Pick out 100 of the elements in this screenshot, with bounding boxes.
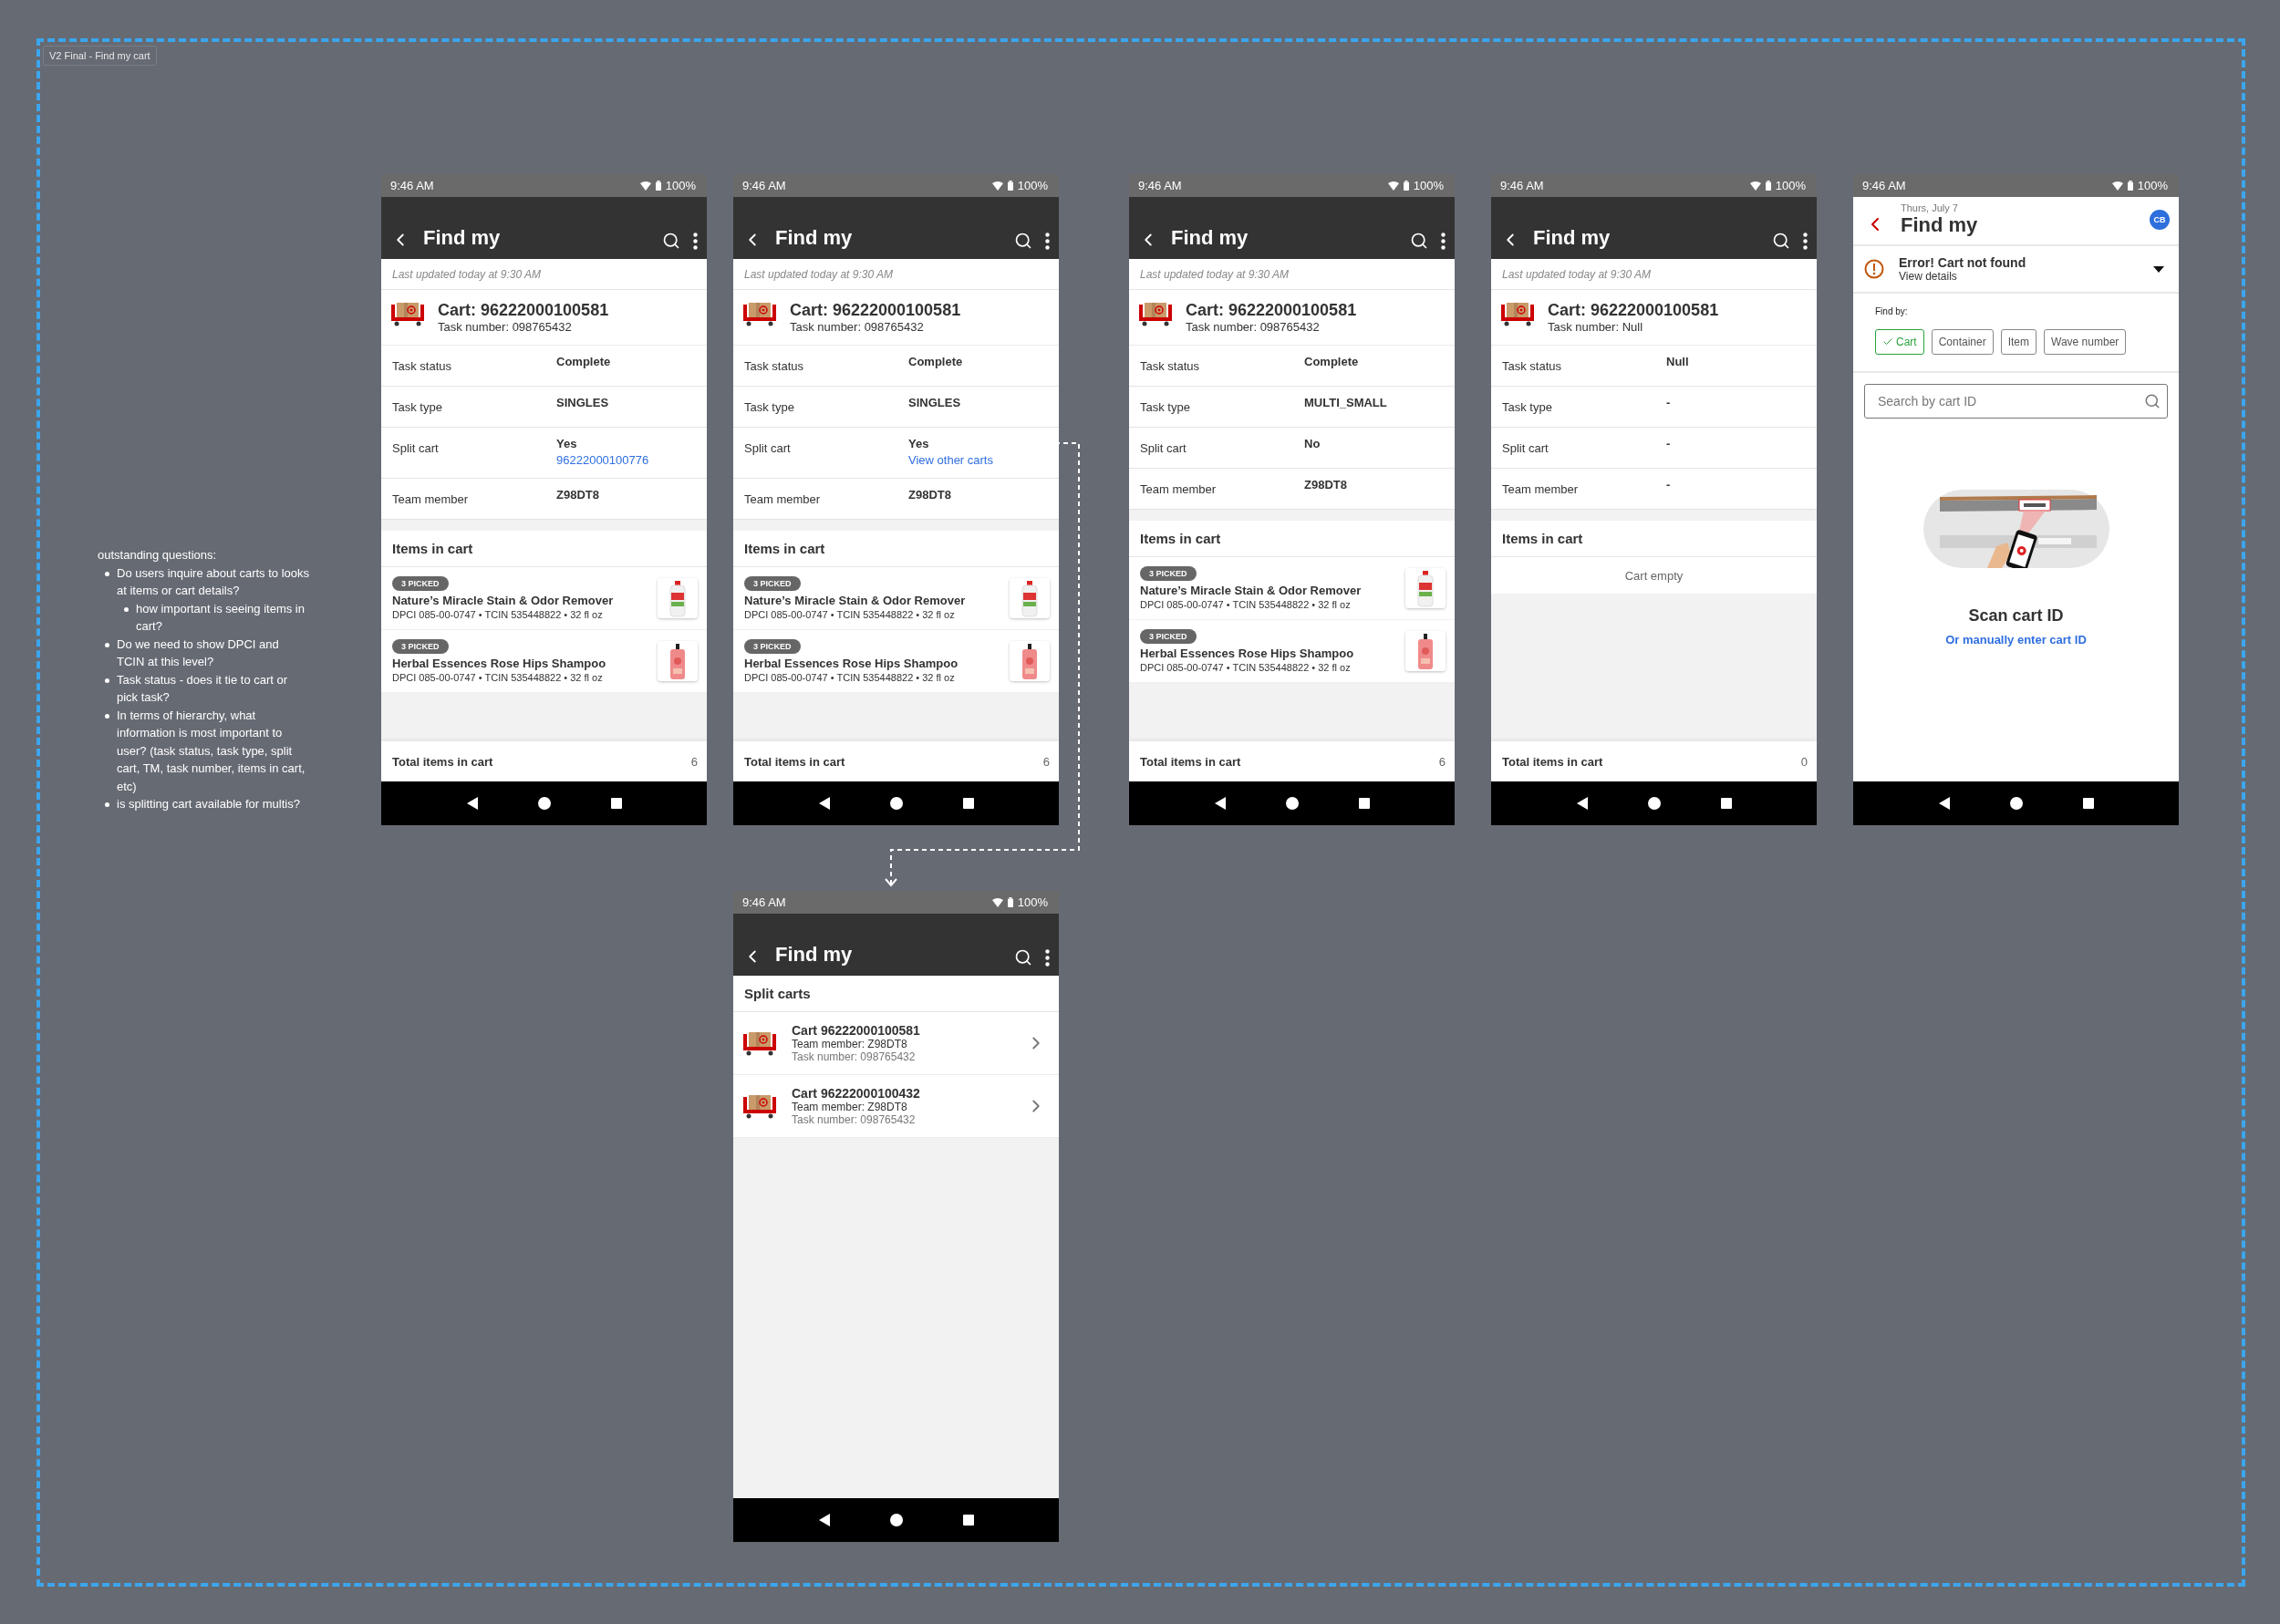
section-heading: Split carts: [733, 976, 1059, 1012]
last-updated-text: Last updated today at 9:30 AM: [1129, 259, 1455, 290]
picked-badge: 3 PICKED: [1140, 629, 1197, 644]
app-title: Find my: [423, 226, 502, 250]
task-number: Task number: 098765432: [438, 320, 573, 334]
recents-nav-icon[interactable]: [2083, 798, 2095, 809]
recents-nav-icon[interactable]: [1721, 798, 1733, 809]
cart-icon: [742, 1030, 777, 1056]
task-number: Task number: 098765432: [792, 1050, 917, 1063]
more-menu-button[interactable]: [1045, 949, 1050, 967]
back-nav-icon[interactable]: [1937, 797, 1951, 810]
app-title: Find my: [775, 226, 854, 250]
total-value: 0: [1800, 754, 1808, 769]
battery-percent: 100%: [1775, 179, 1806, 192]
cart-icon: [742, 1093, 777, 1119]
note-text: Do users inquire about carts to looks at items or cart details?: [117, 564, 309, 599]
battery-percent: 100%: [665, 179, 696, 192]
battery-icon: [1403, 181, 1409, 191]
detail-label: Task status: [1140, 358, 1201, 375]
filter-chip[interactable]: Wave number: [2044, 329, 2127, 355]
recents-nav-icon[interactable]: [611, 798, 623, 809]
battery-icon: [655, 181, 661, 191]
search-icon: [1772, 232, 1790, 250]
filter-chip[interactable]: Container: [1931, 329, 1994, 355]
more-menu-button[interactable]: [693, 233, 698, 250]
detail-value: Complete: [556, 355, 612, 368]
bullet-icon: [105, 678, 109, 683]
picked-badge: 3 PICKED: [744, 639, 801, 654]
status-time: 9:46 AM: [742, 179, 786, 192]
item-name: Herbal Essences Rose Hips Shampoo: [744, 657, 959, 670]
split-cart-row[interactable]: Cart 96222000100432 Team member: Z98DT8 Task number: 098765432: [733, 1075, 1059, 1138]
detail-value: MULTI_SMALL: [1304, 396, 1388, 409]
more-menu-button[interactable]: [1803, 233, 1808, 250]
last-updated-text: Last updated today at 9:30 AM: [1491, 259, 1817, 290]
user-avatar[interactable]: CB: [2150, 210, 2170, 230]
recents-nav-icon[interactable]: [963, 1515, 975, 1526]
recents-nav-icon[interactable]: [1359, 798, 1371, 809]
back-nav-icon[interactable]: [817, 797, 831, 810]
back-nav-icon[interactable]: [817, 1514, 831, 1526]
empty-cart-text: Cart empty: [1491, 557, 1817, 594]
more-icon: [693, 233, 698, 250]
detail-value: Complete: [1304, 355, 1360, 368]
home-nav-icon[interactable]: [890, 1514, 904, 1526]
date-text: Thurs, July 7: [1901, 202, 1959, 213]
last-updated-text: Last updated today at 9:30 AM: [733, 259, 1059, 290]
more-icon: [1441, 233, 1446, 250]
detail-label: Task status: [744, 358, 805, 375]
home-nav-icon[interactable]: [538, 797, 552, 810]
detail-label: Team member: [392, 491, 470, 508]
split-cart-link[interactable]: View other carts: [908, 453, 1048, 467]
status-time: 9:46 AM: [742, 895, 786, 909]
split-cart-link[interactable]: 96222000100776: [556, 453, 696, 467]
back-nav-icon[interactable]: [1575, 797, 1589, 810]
detail-value: Yes: [556, 437, 578, 450]
wifi-icon: [991, 897, 1003, 907]
more-menu-button[interactable]: [1441, 233, 1446, 250]
more-menu-button[interactable]: [1045, 233, 1050, 250]
search-icon: [1410, 232, 1428, 250]
total-label: Total items in cart: [392, 754, 493, 769]
filter-chip[interactable]: Item: [2000, 329, 2037, 355]
battery-percent: 100%: [1413, 179, 1444, 192]
section-heading: Items in cart: [381, 531, 707, 567]
detail-label: Task type: [744, 399, 795, 416]
manual-entry-link[interactable]: Or manually enter cart ID: [1945, 633, 2087, 646]
search-field[interactable]: Search by cart ID: [1864, 384, 2168, 419]
home-nav-icon[interactable]: [2010, 797, 2024, 810]
section-heading: Items in cart: [1491, 521, 1817, 557]
item-name: Herbal Essences Rose Hips Shampoo: [1140, 646, 1354, 660]
home-nav-icon[interactable]: [1286, 797, 1300, 810]
artboard-label: V2 Final - Find my cart: [43, 46, 157, 66]
detail-label: Team member: [1502, 481, 1580, 498]
back-nav-icon[interactable]: [465, 797, 479, 810]
recents-nav-icon[interactable]: [963, 798, 975, 809]
cart-title: Cart 96222000100581: [792, 1023, 921, 1038]
team-member-text: Team member: Z98DT8: [792, 1101, 908, 1113]
view-details-text: View details: [1899, 270, 1958, 283]
search-icon: [2144, 393, 2161, 409]
battery-icon: [1765, 181, 1771, 191]
back-nav-icon[interactable]: [1213, 797, 1227, 810]
search-button[interactable]: [1014, 232, 1032, 250]
detail-value: SINGLES: [908, 396, 962, 409]
picked-badge: 3 PICKED: [1140, 566, 1197, 581]
search-button[interactable]: [1410, 232, 1428, 250]
search-button[interactable]: [662, 232, 680, 250]
note-text: Task status - does it tie to cart or pick task?: [117, 671, 289, 706]
home-nav-icon[interactable]: [890, 797, 904, 810]
error-icon: [1864, 259, 1884, 279]
task-number: Task number: 098765432: [792, 1113, 917, 1126]
search-button[interactable]: [1014, 948, 1032, 967]
team-member-text: Team member: Z98DT8: [792, 1038, 908, 1050]
wifi-icon: [639, 181, 651, 191]
cart-title: Cart: 96222000100581: [790, 301, 961, 320]
detail-value: Z98DT8: [908, 488, 952, 502]
bullet-icon: [105, 802, 109, 807]
dropdown-caret-icon[interactable]: [2153, 265, 2164, 273]
search-button[interactable]: [1772, 232, 1790, 250]
search-icon: [1014, 232, 1032, 250]
split-cart-row[interactable]: Cart 96222000100581 Team member: Z98DT8 Task number: 098765432: [733, 1012, 1059, 1075]
home-nav-icon[interactable]: [1648, 797, 1662, 810]
detail-label: Task type: [1502, 399, 1553, 416]
